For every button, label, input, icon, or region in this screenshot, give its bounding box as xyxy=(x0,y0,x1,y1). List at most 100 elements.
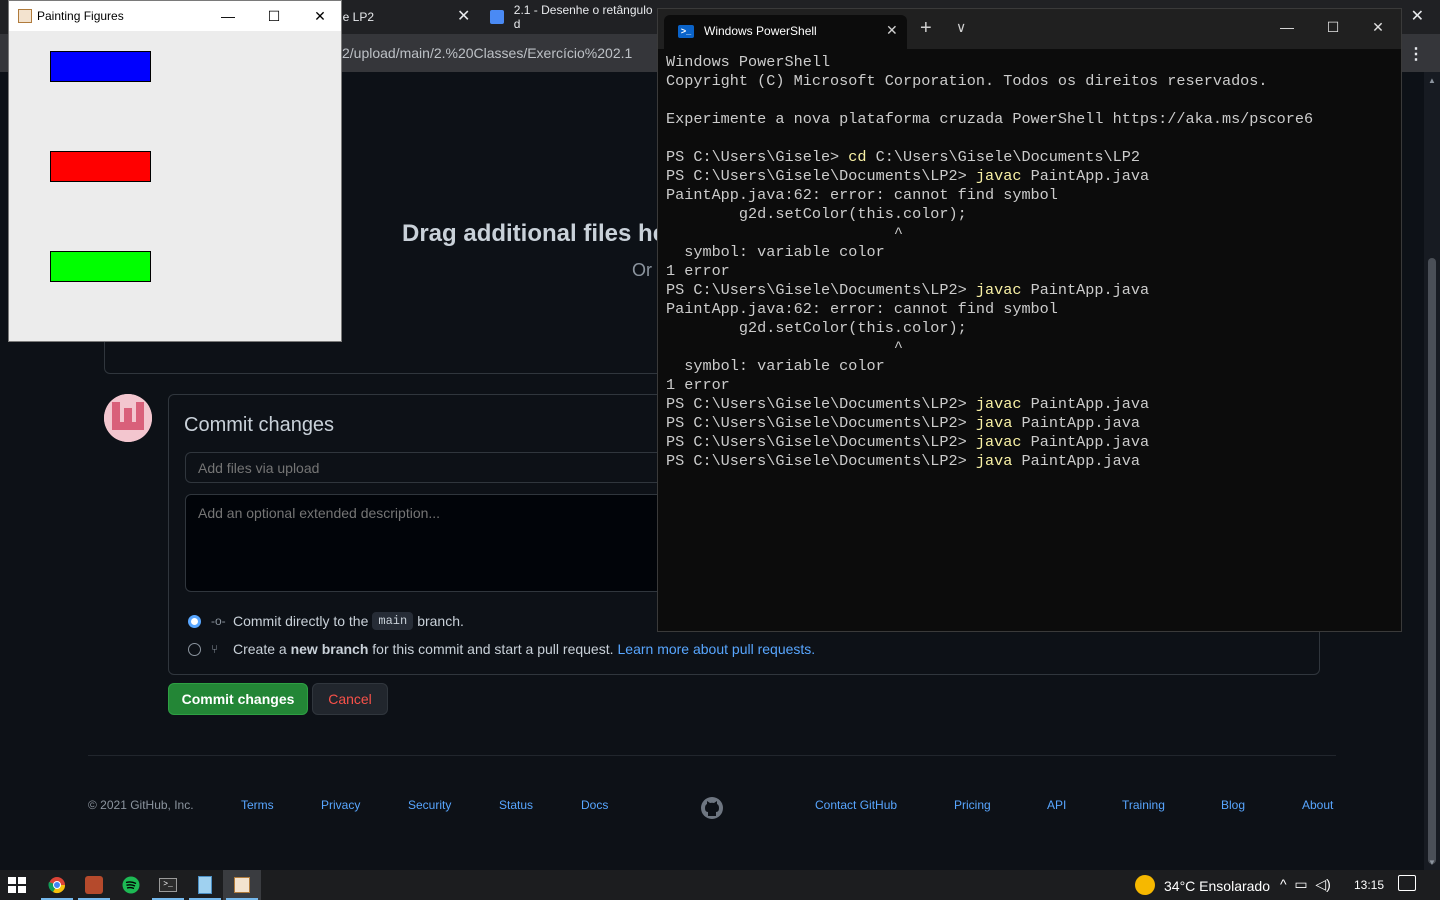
commit-direct-radio[interactable] xyxy=(188,614,201,628)
terminal-args: PaintApp.java xyxy=(1021,167,1150,185)
new-tab-icon[interactable]: + xyxy=(920,17,932,40)
commit-changes-button[interactable]: Commit changes xyxy=(168,683,308,715)
terminal-line: Copyright (C) Microsoft Corporation. Tod… xyxy=(666,72,1268,90)
terminal-command: javac xyxy=(975,167,1022,185)
scrollbar-thumb[interactable] xyxy=(1428,258,1436,864)
browser-tab-title: le LP2 xyxy=(340,10,375,24)
terminal-prompt: PS C:\Users\Gisele> xyxy=(666,148,849,166)
terminal-args: PaintApp.java xyxy=(1021,395,1150,413)
footer-link-docs[interactable]: Docs xyxy=(581,798,608,812)
game-app-icon xyxy=(85,876,103,894)
terminal-line: PaintApp.java:62: error: cannot find sym… xyxy=(666,186,1058,204)
footer-link-status[interactable]: Status xyxy=(499,798,533,812)
close-icon[interactable]: ✕ xyxy=(1355,9,1401,45)
terminal-prompt: PS C:\Users\Gisele\Documents\LP2> xyxy=(666,167,976,185)
window-title: Painting Figures xyxy=(37,9,124,23)
terminal-prompt: PS C:\Users\Gisele\Documents\LP2> xyxy=(666,433,976,451)
terminal-line: Windows PowerShell xyxy=(666,53,831,71)
terminal-line: ^ xyxy=(666,338,903,356)
terminal-args: PaintApp.java xyxy=(1021,281,1150,299)
terminal-line: g2d.setColor(this.color); xyxy=(666,319,967,337)
footer-link-blog[interactable]: Blog xyxy=(1221,798,1245,812)
footer-copyright: © 2021 GitHub, Inc. xyxy=(88,798,194,812)
more-menu-icon[interactable]: ⋮ xyxy=(1408,44,1424,64)
footer-link-api[interactable]: API xyxy=(1047,798,1066,812)
minimize-icon[interactable]: — xyxy=(1264,9,1310,45)
powershell-icon: >_ xyxy=(678,25,694,38)
footer-link-training[interactable]: Training xyxy=(1122,798,1165,812)
dropzone-title: Drag additional files her xyxy=(402,220,676,247)
option-text: for this commit and start a pull request… xyxy=(372,641,614,657)
weather-widget[interactable]: 34°C Ensolarado xyxy=(1164,878,1270,894)
browser-tab[interactable]: 2.1 - Desenhe o retângulo d xyxy=(490,0,660,34)
notifications-icon[interactable] xyxy=(1398,875,1416,891)
notepad-app-icon xyxy=(198,876,212,894)
system-tray-icons[interactable]: ^ ▭ ◁) xyxy=(1280,876,1331,893)
terminal-line: PS C:\Users\Gisele> cd C:\Users\Gisele\D… xyxy=(666,148,1396,167)
scroll-up-icon[interactable]: ▲ xyxy=(1428,76,1436,85)
terminal-prompt: PS C:\Users\Gisele\Documents\LP2> xyxy=(666,281,976,299)
terminal-command: javac xyxy=(975,281,1022,299)
footer-link-contact[interactable]: Contact GitHub xyxy=(815,798,897,812)
footer-link-about[interactable]: About xyxy=(1302,798,1333,812)
tab-close-icon[interactable]: ✕ xyxy=(886,22,898,39)
network-icon[interactable]: ▭ xyxy=(1294,876,1307,892)
chevron-up-icon[interactable]: ^ xyxy=(1280,876,1287,892)
branch-name: main xyxy=(372,612,414,630)
java-icon[interactable] xyxy=(223,870,261,900)
github-logo-icon[interactable] xyxy=(700,796,724,820)
address-bar[interactable]: 2/upload/main/2.%20Classes/Exercício%202… xyxy=(300,40,680,66)
minimize-icon[interactable]: — xyxy=(205,1,251,31)
maximize-icon[interactable]: ☐ xyxy=(251,1,297,31)
spotify-icon[interactable] xyxy=(112,870,150,900)
terminal-line: g2d.setColor(this.color); xyxy=(666,205,967,223)
volume-icon[interactable]: ◁) xyxy=(1315,876,1330,892)
footer-divider xyxy=(88,755,1336,756)
footer-link-privacy[interactable]: Privacy xyxy=(321,798,360,812)
terminal-tab[interactable]: >_ Windows PowerShell ✕ xyxy=(664,15,907,49)
chevron-down-icon[interactable]: ∨ xyxy=(956,19,966,36)
powershell-window: >_ Windows PowerShell ✕ + ∨ — ☐ ✕ Window… xyxy=(657,8,1402,632)
red-rectangle xyxy=(50,151,151,182)
terminal-args: C:\Users\Gisele\Documents\LP2 xyxy=(866,148,1140,166)
terminal-icon[interactable]: >_ xyxy=(149,870,187,900)
terminal-output[interactable]: Windows PowerShell Copyright (C) Microsof… xyxy=(666,53,1396,623)
close-icon[interactable]: ✕ xyxy=(1411,6,1424,26)
terminal-prompt: PS C:\Users\Gisele\Documents\LP2> xyxy=(666,395,976,413)
option-text: branch. xyxy=(417,613,464,629)
terminal-command: javac xyxy=(975,433,1022,451)
commit-direct-option[interactable]: -o- Commit directly to the main branch. xyxy=(188,612,464,630)
java-app-icon xyxy=(18,9,32,23)
learn-more-link[interactable]: Learn more about pull requests. xyxy=(618,641,816,657)
commit-new-branch-option[interactable]: ⑂ Create a new branch for this commit an… xyxy=(188,641,815,657)
footer-link-pricing[interactable]: Pricing xyxy=(954,798,991,812)
tab-close-icon[interactable]: ✕ xyxy=(457,9,470,25)
terminal-line: PS C:\Users\Gisele\Documents\LP2> javac … xyxy=(666,167,1396,186)
sun-icon[interactable] xyxy=(1135,875,1155,895)
notepad-icon[interactable] xyxy=(186,870,224,900)
close-icon[interactable]: ✕ xyxy=(297,1,343,31)
game-icon[interactable] xyxy=(75,870,113,900)
terminal-command: cd xyxy=(848,148,867,166)
windows-start-icon[interactable] xyxy=(8,877,26,893)
footer-link-security[interactable]: Security xyxy=(408,798,451,812)
avatar[interactable] xyxy=(104,394,152,442)
terminal-command: java xyxy=(975,452,1013,470)
cancel-button[interactable]: Cancel xyxy=(312,683,388,715)
clock[interactable]: 13:15 xyxy=(1354,878,1384,892)
terminal-line: PS C:\Users\Gisele\Documents\LP2> java P… xyxy=(666,414,1396,433)
document-icon xyxy=(490,10,504,24)
maximize-icon[interactable]: ☐ xyxy=(1310,9,1356,45)
blue-rectangle xyxy=(50,51,151,82)
chrome-logo-icon xyxy=(48,877,66,894)
footer-link-terms[interactable]: Terms xyxy=(241,798,274,812)
chrome-icon[interactable] xyxy=(38,870,76,900)
page-scrollbar[interactable]: ▲ ▼ xyxy=(1424,72,1440,870)
java-app-icon xyxy=(234,877,250,893)
scroll-down-icon[interactable]: ▼ xyxy=(1428,858,1436,867)
window-titlebar[interactable]: Painting Figures — ☐ ✕ xyxy=(9,1,341,31)
terminal-titlebar[interactable]: >_ Windows PowerShell ✕ + ∨ — ☐ ✕ xyxy=(658,9,1401,49)
new-branch-radio[interactable] xyxy=(188,642,201,656)
terminal-line: symbol: variable color xyxy=(666,357,885,375)
